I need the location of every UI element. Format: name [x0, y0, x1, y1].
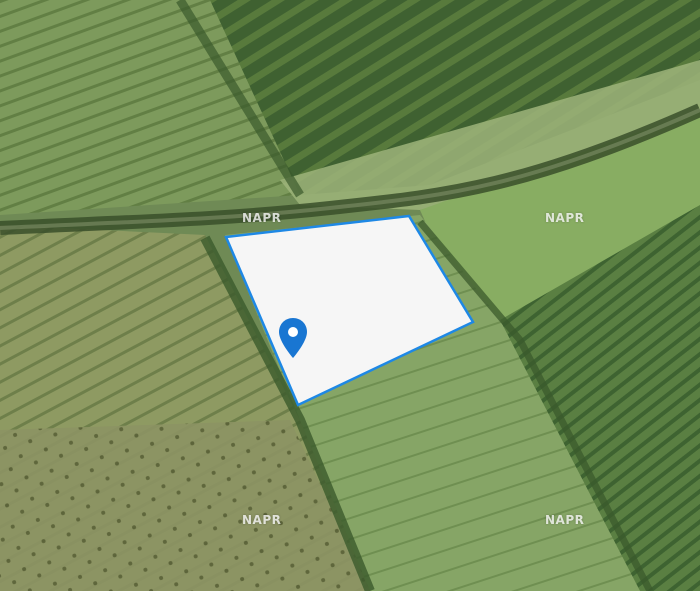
watermark-napr: NAPR — [545, 513, 585, 527]
watermark-napr: NAPR — [242, 513, 282, 527]
watermark-napr: NAPR — [242, 211, 282, 225]
satellite-map[interactable]: NAPR NAPR NAPR NAPR — [0, 0, 700, 591]
watermark-napr: NAPR — [545, 211, 585, 225]
map-pin-icon[interactable] — [278, 317, 308, 359]
